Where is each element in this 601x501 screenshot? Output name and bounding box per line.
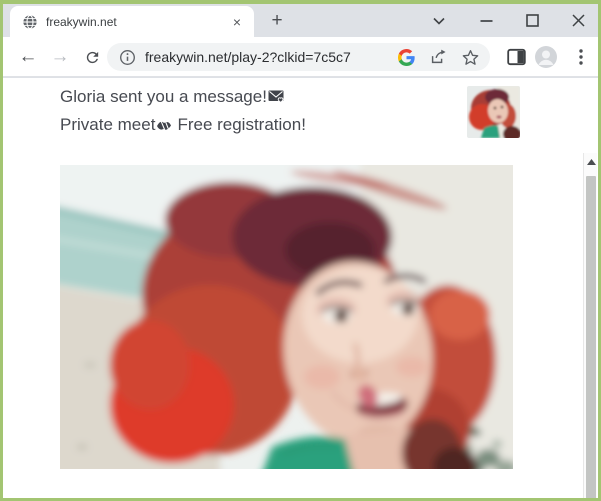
minimize-button[interactable]: [466, 4, 506, 37]
sender-avatar-thumbnail: [467, 86, 520, 138]
tab-freakywin[interactable]: freakywin.net ×: [10, 6, 254, 37]
star-icon: [462, 49, 479, 66]
page-content: Gloria sent you a message! Private meet …: [3, 78, 598, 498]
bookmark-button[interactable]: [460, 47, 480, 67]
side-panel-icon: [507, 48, 526, 66]
tab-title: freakywin.net: [46, 15, 228, 29]
message-subline: Private meet Free registration!: [60, 113, 306, 137]
subline-text-after: Free registration!: [177, 115, 306, 134]
chevron-down-icon: [432, 17, 446, 25]
vertical-scrollbar[interactable]: [583, 153, 597, 498]
google-g-icon: [398, 49, 415, 66]
tab-strip: freakywin.net × +: [3, 4, 598, 37]
headline-text: Gloria sent you a message!: [60, 87, 267, 106]
kiss-mark-emoji-icon: [156, 119, 172, 132]
maximize-icon: [526, 14, 539, 27]
browser-window: freakywin.net × + ← →: [0, 0, 601, 501]
subline-text-before: Private meet: [60, 115, 155, 134]
scroll-up-button[interactable]: [584, 155, 598, 169]
three-dots-icon: [579, 49, 583, 65]
profile-button[interactable]: [534, 45, 558, 69]
globe-favicon-icon: [22, 14, 38, 30]
forward-button[interactable]: →: [45, 42, 75, 72]
chrome-window: freakywin.net × + ← →: [3, 4, 598, 498]
vertical-scroll-thumb[interactable]: [586, 176, 596, 498]
maximize-button[interactable]: [512, 4, 552, 37]
new-tab-button[interactable]: +: [264, 9, 290, 33]
url-address-bar[interactable]: freakywin.net/play-2?clkid=7c5c7: [107, 43, 490, 71]
side-panel-button[interactable]: [504, 45, 528, 69]
browser-toolbar: ← → freakywin.net/play-2?clkid=7c5c7: [3, 37, 598, 77]
browser-menu-button[interactable]: [569, 45, 593, 69]
url-text: freakywin.net/play-2?clkid=7c5c7: [145, 49, 384, 65]
back-button[interactable]: ←: [13, 42, 43, 72]
message-headline: Gloria sent you a message!: [60, 85, 285, 109]
profile-photo[interactable]: [60, 165, 513, 469]
share-icon: [429, 48, 447, 66]
reload-icon: [84, 49, 101, 66]
info-icon: [119, 49, 136, 66]
reload-button[interactable]: [77, 42, 107, 72]
love-letter-emoji-icon: [268, 89, 285, 104]
arrow-up-icon: [587, 159, 596, 165]
window-menu-button[interactable]: [419, 4, 459, 37]
site-info-button[interactable]: [117, 47, 137, 67]
share-button[interactable]: [428, 47, 448, 67]
google-search-button[interactable]: [396, 47, 416, 67]
profile-avatar-icon: [534, 45, 558, 69]
window-close-button[interactable]: [558, 4, 598, 37]
minimize-icon: [480, 19, 493, 23]
tab-close-button[interactable]: ×: [228, 13, 246, 31]
close-icon: [572, 14, 585, 27]
